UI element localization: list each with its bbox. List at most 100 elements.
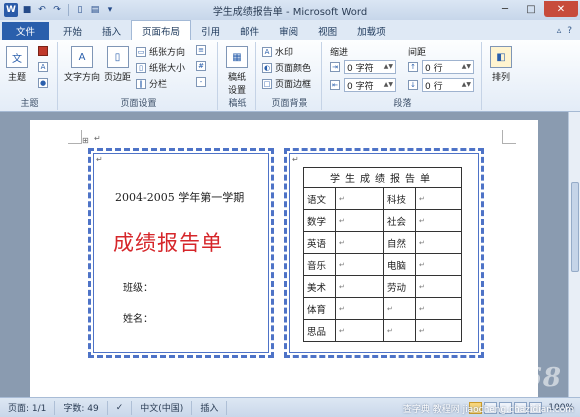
spacing-before-field[interactable]: 0 行 ▲▼ [422,60,474,74]
tab-page-layout[interactable]: 页面布局 [131,20,192,40]
page-borders-button[interactable]: □ 页面边框 [262,77,311,90]
subject-cell[interactable]: 语文 [303,187,336,210]
report-frame[interactable]: ↵ 学生成绩报告单 语文 ↵ 科技 ↵ 数学 ↵ 社会 ↵ 英语 ↵ 自然 ↵ … [284,148,484,358]
margins-button[interactable]: ▯ 页边距 [104,46,131,83]
spell-check-icon[interactable]: ✓ [108,400,133,415]
subject-cell[interactable]: 体育 [303,297,336,320]
subject-cell[interactable]: 思品 [303,319,336,342]
spacing-after-field[interactable]: 0 行 ▲▼ [422,78,474,92]
subject-cell[interactable]: 美术 [303,275,336,298]
breaks-button[interactable]: ≡ [196,45,206,55]
tab-mailings[interactable]: 邮件 [230,22,269,40]
theme-fonts-button[interactable]: A [38,62,48,72]
columns-button[interactable]: ‖ 分栏 [136,77,167,90]
table-move-handle-icon[interactable]: ⊞ [82,136,89,145]
subject-cell[interactable]: 数学 [303,209,336,232]
indent-left-spinner[interactable]: ⇥ 0 字符 ▲▼ [330,60,396,74]
word-count[interactable]: 字数: 49 [55,400,108,415]
tab-references[interactable]: 引用 [191,22,230,40]
score-cell[interactable]: ↵ [415,319,462,342]
text-direction-button[interactable]: A 文字方向 [64,46,100,83]
customize-qat-icon[interactable]: ▾ [104,4,116,16]
manuscript-label-2: 设置 [227,86,246,96]
indent-left-icon: ⇥ [330,62,340,72]
subject-cell[interactable]: 科技 [383,187,416,210]
score-cell[interactable]: ↵ [415,253,462,276]
tab-file[interactable]: 文件 [2,22,50,40]
score-cell[interactable]: ↵ [415,297,462,320]
redo-icon[interactable]: ↷ [51,4,63,16]
page-color-button[interactable]: ◐ 页面颜色 [262,61,311,74]
table-header[interactable]: 学生成绩报告单 [303,167,462,188]
subject-cell[interactable]: ↵ [383,319,416,342]
score-cell[interactable]: ↵ [335,319,384,342]
score-cell[interactable]: ↵ [335,275,384,298]
tab-review[interactable]: 审阅 [269,22,308,40]
open-icon[interactable]: ▤ [89,4,101,16]
theme-colors-button[interactable] [38,46,48,56]
undo-icon[interactable]: ↶ [36,4,48,16]
indent-right-spinner[interactable]: ⇤ 0 字符 ▲▼ [330,78,396,92]
subject-cell[interactable]: ↵ [383,297,416,320]
document-area[interactable]: ⊞ ↵ ↵ 2004-2005 学年第一学期 成绩报告单 班级： 姓名： ↵ 学… [0,112,568,397]
tab-addins[interactable]: 加载项 [347,22,396,40]
report-table[interactable]: 学生成绩报告单 语文 ↵ 科技 ↵ 数学 ↵ 社会 ↵ 英语 ↵ 自然 ↵ 音乐… [303,167,462,342]
spin-arrows-icon[interactable]: ▲▼ [384,82,393,88]
spacing-label: 间距 [408,48,427,58]
scrollbar-thumb[interactable] [571,182,579,272]
tab-view[interactable]: 视图 [308,22,347,40]
spacing-after-spinner[interactable]: ↓ 0 行 ▲▼ [408,78,474,92]
arrange-button[interactable]: ◧ 排列 [490,46,512,83]
orientation-button[interactable]: ▭ 纸张方向 [136,45,185,58]
spacing-before-spinner[interactable]: ↑ 0 行 ▲▼ [408,60,474,74]
theme-effects-button[interactable]: ● [38,78,48,88]
maximize-button[interactable]: □ [518,1,544,17]
cover-frame[interactable]: ↵ 2004-2005 学年第一学期 成绩报告单 班级： 姓名： [88,148,274,358]
themes-button[interactable]: 文 主题 [6,46,28,83]
score-cell[interactable]: ↵ [335,231,384,254]
save-icon[interactable]: ■ [21,4,33,16]
minimize-button[interactable]: ─ [492,1,518,17]
size-button[interactable]: ▯ 纸张大小 [136,61,185,74]
report-title: 成绩报告单 [113,231,223,255]
manuscript-settings-button[interactable]: ▦ 稿纸 设置 [226,46,248,96]
spin-arrows-icon[interactable]: ▲▼ [462,82,471,88]
spacing-after-value: 0 行 [425,81,443,92]
minimize-ribbon-icon[interactable]: ▵ [557,26,562,36]
subject-cell[interactable]: 电脑 [383,253,416,276]
score-cell[interactable]: ↵ [415,187,462,210]
vertical-scrollbar[interactable] [568,112,580,397]
cell-mark: ↵ [387,327,393,335]
score-cell[interactable]: ↵ [335,297,384,320]
spin-arrows-icon[interactable]: ▲▼ [384,64,393,70]
cell-mark: ↵ [419,283,425,291]
score-cell[interactable]: ↵ [335,253,384,276]
close-button[interactable]: ✕ [544,1,578,17]
hyphenation-button[interactable]: - [196,77,206,87]
indent-left-field[interactable]: 0 字符 ▲▼ [344,60,396,74]
score-cell[interactable]: ↵ [415,231,462,254]
subject-cell[interactable]: 音乐 [303,253,336,276]
subject-cell[interactable]: 劳动 [383,275,416,298]
new-document-icon[interactable]: ▯ [74,4,86,16]
watermark-button[interactable]: A 水印 [262,45,293,58]
tab-insert[interactable]: 插入 [92,22,131,40]
subject-cell[interactable]: 自然 [383,231,416,254]
tab-home[interactable]: 开始 [53,22,92,40]
line-numbers-button[interactable]: # [196,61,206,71]
score-cell[interactable]: ↵ [415,275,462,298]
indent-right-field[interactable]: 0 字符 ▲▼ [344,78,396,92]
help-icon[interactable]: ? [567,26,572,36]
insert-mode-indicator[interactable]: 插入 [192,400,228,415]
page-count[interactable]: 页面: 1/1 [0,400,56,415]
score-cell[interactable]: ↵ [415,209,462,232]
language-indicator[interactable]: 中文(中国) [132,400,193,415]
orientation-icon: ▭ [136,46,146,57]
subject-cell[interactable]: 社会 [383,209,416,232]
document-page[interactable]: ⊞ ↵ ↵ 2004-2005 学年第一学期 成绩报告单 班级： 姓名： ↵ 学… [30,120,538,397]
subject-cell[interactable]: 英语 [303,231,336,254]
score-cell[interactable]: ↵ [335,209,384,232]
score-cell[interactable]: ↵ [335,187,384,210]
word-app-icon[interactable]: W [4,3,18,17]
spin-arrows-icon[interactable]: ▲▼ [462,64,471,70]
